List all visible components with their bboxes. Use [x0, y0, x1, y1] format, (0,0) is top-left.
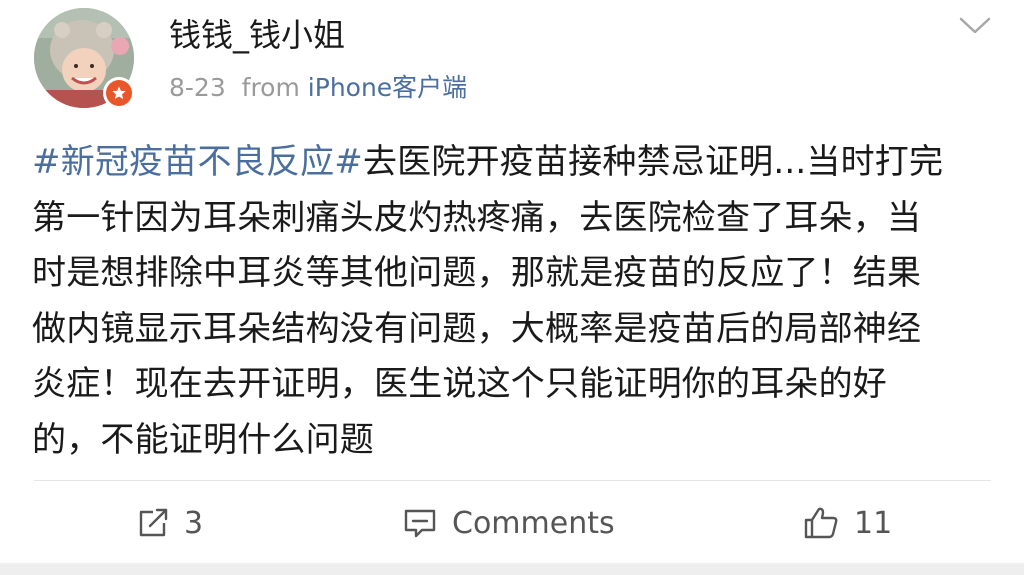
- chevron-down-icon[interactable]: [958, 14, 992, 38]
- hashtag-link[interactable]: #新冠疫苗不良反应#: [32, 142, 363, 182]
- bottom-separator: [0, 563, 1024, 575]
- share-count: 3: [184, 505, 204, 541]
- thumbs-up-icon: [804, 507, 838, 539]
- username[interactable]: 钱钱_钱小姐: [169, 15, 345, 55]
- like-button[interactable]: 11: [802, 500, 892, 546]
- verified-star-badge-icon: [103, 77, 135, 109]
- comments-button[interactable]: Comments: [402, 500, 615, 546]
- divider: [34, 480, 991, 481]
- post-meta: 8-23 from iPhone客户端: [169, 72, 467, 104]
- share-button[interactable]: 3: [136, 500, 203, 546]
- share-icon: [139, 508, 168, 537]
- post-line: 的，不能证明什么问题: [32, 419, 374, 460]
- post-date: 8-23: [169, 73, 226, 102]
- comment-icon: [404, 509, 436, 538]
- post-line: #新冠疫苗不良反应#去医院开疫苗接种禁忌证明...当时打完: [32, 142, 944, 182]
- client-link[interactable]: iPhone客户端: [308, 73, 467, 102]
- post-line: 时是想排除中耳炎等其他问题，那就是疫苗的反应了！结果: [32, 253, 922, 293]
- comments-label: Comments: [452, 505, 615, 541]
- like-count: 11: [854, 505, 893, 541]
- post-line: 第一针因为耳朵刺痛头皮灼热疼痛，去医院检查了耳朵，当: [32, 197, 922, 238]
- post-line: 做内镜显示耳朵结构没有问题，大概率是疫苗后的局部神经: [32, 308, 922, 349]
- post-body: #新冠疫苗不良反应#去医院开疫苗接种禁忌证明...当时打完 第一针因为耳朵刺痛头…: [32, 135, 1002, 468]
- from-label: from: [241, 73, 300, 102]
- post-line: 炎症！现在去开证明，医生说这个只能证明你的耳朵的好: [32, 364, 887, 404]
